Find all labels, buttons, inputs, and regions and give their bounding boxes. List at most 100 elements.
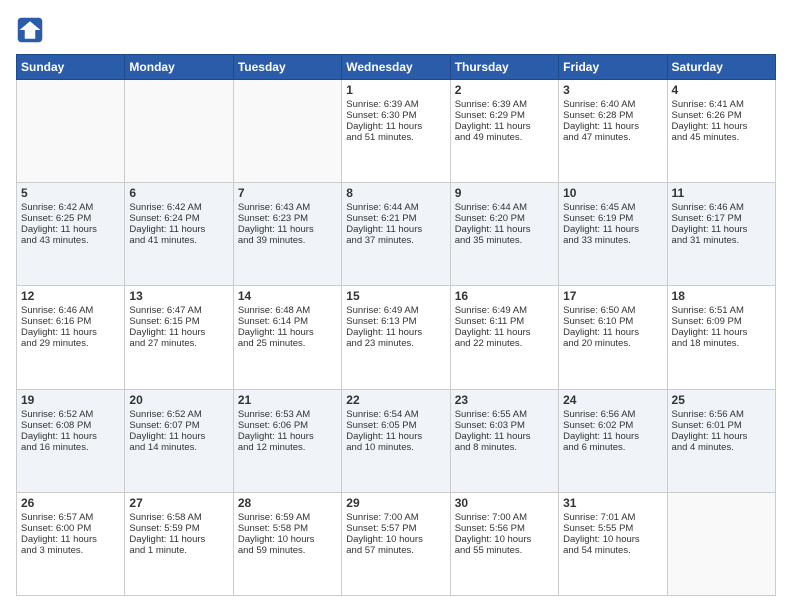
day-info: and 6 minutes. — [563, 442, 662, 453]
day-number: 14 — [238, 289, 337, 303]
calendar-cell — [125, 80, 233, 183]
calendar-cell: 13Sunrise: 6:47 AMSunset: 6:15 PMDayligh… — [125, 286, 233, 389]
day-info: Sunset: 6:07 PM — [129, 420, 228, 431]
logo — [16, 16, 48, 44]
day-info: and 39 minutes. — [238, 235, 337, 246]
day-info: Sunrise: 6:58 AM — [129, 512, 228, 523]
day-info: and 37 minutes. — [346, 235, 445, 246]
weekday-header: Monday — [125, 55, 233, 80]
day-info: Daylight: 11 hours — [346, 431, 445, 442]
day-number: 9 — [455, 186, 554, 200]
day-info: Daylight: 11 hours — [672, 431, 771, 442]
day-info: and 47 minutes. — [563, 132, 662, 143]
day-info: and 25 minutes. — [238, 338, 337, 349]
day-info: Daylight: 11 hours — [672, 121, 771, 132]
day-info: Sunset: 6:30 PM — [346, 110, 445, 121]
day-info: and 41 minutes. — [129, 235, 228, 246]
day-number: 19 — [21, 393, 120, 407]
calendar-cell: 30Sunrise: 7:00 AMSunset: 5:56 PMDayligh… — [450, 492, 558, 595]
day-info: Daylight: 11 hours — [21, 534, 120, 545]
day-info: Sunrise: 6:45 AM — [563, 202, 662, 213]
weekday-header: Wednesday — [342, 55, 450, 80]
day-info: Sunset: 6:24 PM — [129, 213, 228, 224]
day-info: Sunrise: 6:41 AM — [672, 99, 771, 110]
day-number: 28 — [238, 496, 337, 510]
day-info: Daylight: 11 hours — [129, 431, 228, 442]
calendar-cell: 22Sunrise: 6:54 AMSunset: 6:05 PMDayligh… — [342, 389, 450, 492]
calendar-cell: 6Sunrise: 6:42 AMSunset: 6:24 PMDaylight… — [125, 183, 233, 286]
day-number: 21 — [238, 393, 337, 407]
calendar-cell: 23Sunrise: 6:55 AMSunset: 6:03 PMDayligh… — [450, 389, 558, 492]
day-number: 12 — [21, 289, 120, 303]
day-info: Sunset: 6:13 PM — [346, 316, 445, 327]
day-number: 30 — [455, 496, 554, 510]
day-info: Sunrise: 6:40 AM — [563, 99, 662, 110]
day-info: and 43 minutes. — [21, 235, 120, 246]
calendar-cell: 16Sunrise: 6:49 AMSunset: 6:11 PMDayligh… — [450, 286, 558, 389]
day-info: Daylight: 11 hours — [455, 224, 554, 235]
day-info: Daylight: 11 hours — [129, 224, 228, 235]
day-info: Daylight: 10 hours — [238, 534, 337, 545]
day-number: 8 — [346, 186, 445, 200]
day-number: 20 — [129, 393, 228, 407]
day-info: Daylight: 11 hours — [672, 327, 771, 338]
calendar-cell: 10Sunrise: 6:45 AMSunset: 6:19 PMDayligh… — [559, 183, 667, 286]
day-info: Sunrise: 6:47 AM — [129, 305, 228, 316]
day-info: and 33 minutes. — [563, 235, 662, 246]
day-info: Daylight: 11 hours — [346, 121, 445, 132]
day-info: and 59 minutes. — [238, 545, 337, 556]
day-number: 27 — [129, 496, 228, 510]
day-info: Sunset: 5:56 PM — [455, 523, 554, 534]
day-info: Daylight: 11 hours — [129, 534, 228, 545]
day-info: and 27 minutes. — [129, 338, 228, 349]
day-info: Sunset: 6:23 PM — [238, 213, 337, 224]
day-info: Sunrise: 6:53 AM — [238, 409, 337, 420]
day-info: Sunset: 5:57 PM — [346, 523, 445, 534]
day-info: Daylight: 11 hours — [563, 224, 662, 235]
day-info: Sunset: 6:10 PM — [563, 316, 662, 327]
calendar-cell: 29Sunrise: 7:00 AMSunset: 5:57 PMDayligh… — [342, 492, 450, 595]
day-info: and 14 minutes. — [129, 442, 228, 453]
day-info: Sunrise: 6:49 AM — [346, 305, 445, 316]
day-info: Sunrise: 6:55 AM — [455, 409, 554, 420]
day-info: Sunrise: 7:00 AM — [455, 512, 554, 523]
day-info: Sunrise: 6:59 AM — [238, 512, 337, 523]
day-number: 4 — [672, 83, 771, 97]
day-info: Sunrise: 7:01 AM — [563, 512, 662, 523]
calendar-cell: 18Sunrise: 6:51 AMSunset: 6:09 PMDayligh… — [667, 286, 775, 389]
day-info: Sunset: 6:01 PM — [672, 420, 771, 431]
day-info: Sunrise: 6:48 AM — [238, 305, 337, 316]
calendar-cell: 26Sunrise: 6:57 AMSunset: 6:00 PMDayligh… — [17, 492, 125, 595]
day-info: Sunset: 6:14 PM — [238, 316, 337, 327]
day-info: Sunset: 5:59 PM — [129, 523, 228, 534]
day-info: and 18 minutes. — [672, 338, 771, 349]
day-info: Daylight: 10 hours — [346, 534, 445, 545]
day-info: Sunrise: 6:44 AM — [346, 202, 445, 213]
day-number: 31 — [563, 496, 662, 510]
day-info: Sunrise: 6:52 AM — [129, 409, 228, 420]
calendar-cell: 27 Sunrise: 6:58 AMSunset: 5:59 PMDayligh… — [125, 492, 233, 595]
day-info: Daylight: 11 hours — [21, 224, 120, 235]
day-info: Sunset: 6:11 PM — [455, 316, 554, 327]
calendar-cell: 3Sunrise: 6:40 AMSunset: 6:28 PMDaylight… — [559, 80, 667, 183]
day-info: and 29 minutes. — [21, 338, 120, 349]
day-number: 29 — [346, 496, 445, 510]
day-info: and 12 minutes. — [238, 442, 337, 453]
day-info: Sunset: 6:02 PM — [563, 420, 662, 431]
day-number: 25 — [672, 393, 771, 407]
calendar-cell: 2Sunrise: 6:39 AMSunset: 6:29 PMDaylight… — [450, 80, 558, 183]
day-info: and 20 minutes. — [563, 338, 662, 349]
day-info: Daylight: 11 hours — [129, 327, 228, 338]
day-info: Daylight: 10 hours — [563, 534, 662, 545]
day-number: 18 — [672, 289, 771, 303]
calendar-cell: 24Sunrise: 6:56 AMSunset: 6:02 PMDayligh… — [559, 389, 667, 492]
day-info: Sunrise: 6:46 AM — [672, 202, 771, 213]
day-info: Daylight: 11 hours — [563, 431, 662, 442]
day-number: 2 — [455, 83, 554, 97]
calendar-cell — [667, 492, 775, 595]
day-info: Sunrise: 6:39 AM — [346, 99, 445, 110]
weekday-header: Thursday — [450, 55, 558, 80]
day-info: Sunrise: 6:49 AM — [455, 305, 554, 316]
day-info: and 8 minutes. — [455, 442, 554, 453]
day-info: and 35 minutes. — [455, 235, 554, 246]
